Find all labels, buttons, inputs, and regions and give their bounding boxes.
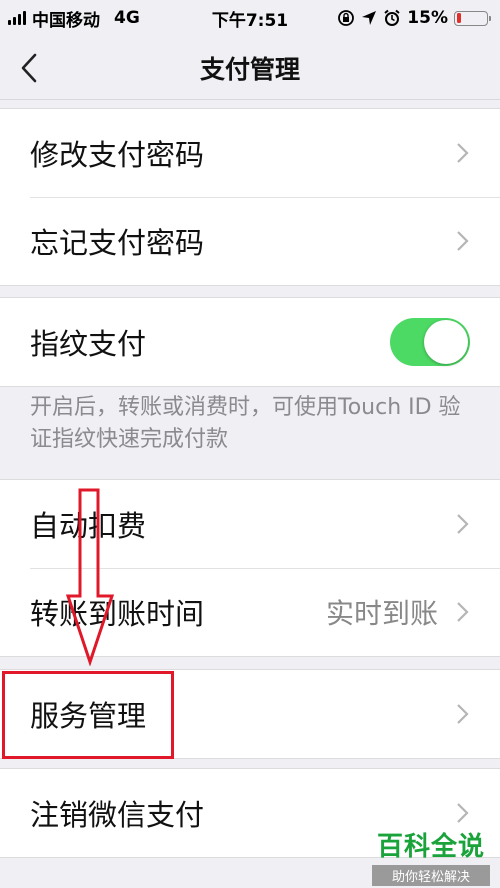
- status-left: 中国移动 4G: [8, 6, 140, 31]
- fingerprint-toggle[interactable]: [390, 318, 470, 366]
- status-bar: 中国移动 4G 下午7:51 15%: [0, 0, 500, 36]
- signal-icon: [8, 11, 26, 25]
- alarm-icon: [384, 9, 400, 26]
- nav-bar: 支付管理: [0, 36, 500, 100]
- watermark: 百科全说 助你轻松解决: [372, 826, 490, 886]
- watermark-subtitle: 助你轻松解决: [372, 865, 490, 886]
- fingerprint-group: 指纹支付: [0, 297, 500, 387]
- chevron-right-icon: [457, 602, 469, 622]
- battery-fill: [456, 13, 461, 23]
- annotation-highlight-box: [2, 671, 174, 759]
- fingerprint-pay-row: 指纹支付: [0, 298, 500, 386]
- orientation-lock-icon: [338, 10, 355, 26]
- transfer-time-value: 实时到账: [325, 597, 438, 630]
- location-icon: [362, 11, 377, 25]
- network-type: 4G: [114, 8, 140, 28]
- battery-icon: [454, 10, 491, 26]
- chevron-left-icon: [21, 53, 37, 83]
- back-button[interactable]: [20, 50, 56, 86]
- chevron-right-icon: [457, 143, 469, 163]
- change-password-label: 修改支付密码: [30, 138, 205, 172]
- forgot-password-row[interactable]: 忘记支付密码: [0, 197, 500, 285]
- fingerprint-note: 开启后，转账或消费时，可使用Touch ID 验证指纹快速完成付款: [30, 395, 461, 452]
- password-group: 修改支付密码 忘记支付密码: [0, 108, 500, 286]
- page-title: 支付管理: [199, 54, 300, 84]
- annotation-arrow-icon: [65, 488, 115, 666]
- chevron-right-icon: [457, 803, 469, 823]
- chevron-right-icon: [457, 231, 469, 251]
- carrier-name: 中国移动: [32, 10, 100, 31]
- fingerprint-pay-label: 指纹支付: [30, 327, 147, 361]
- watermark-title: 百科全说: [376, 832, 485, 862]
- chevron-right-icon: [457, 704, 469, 724]
- toggle-knob: [424, 320, 468, 364]
- change-password-row[interactable]: 修改支付密码: [0, 109, 500, 197]
- status-right: 15%: [337, 8, 491, 28]
- battery-percent: 15%: [407, 8, 448, 28]
- chevron-right-icon: [457, 514, 469, 534]
- forgot-password-label: 忘记支付密码: [30, 226, 205, 260]
